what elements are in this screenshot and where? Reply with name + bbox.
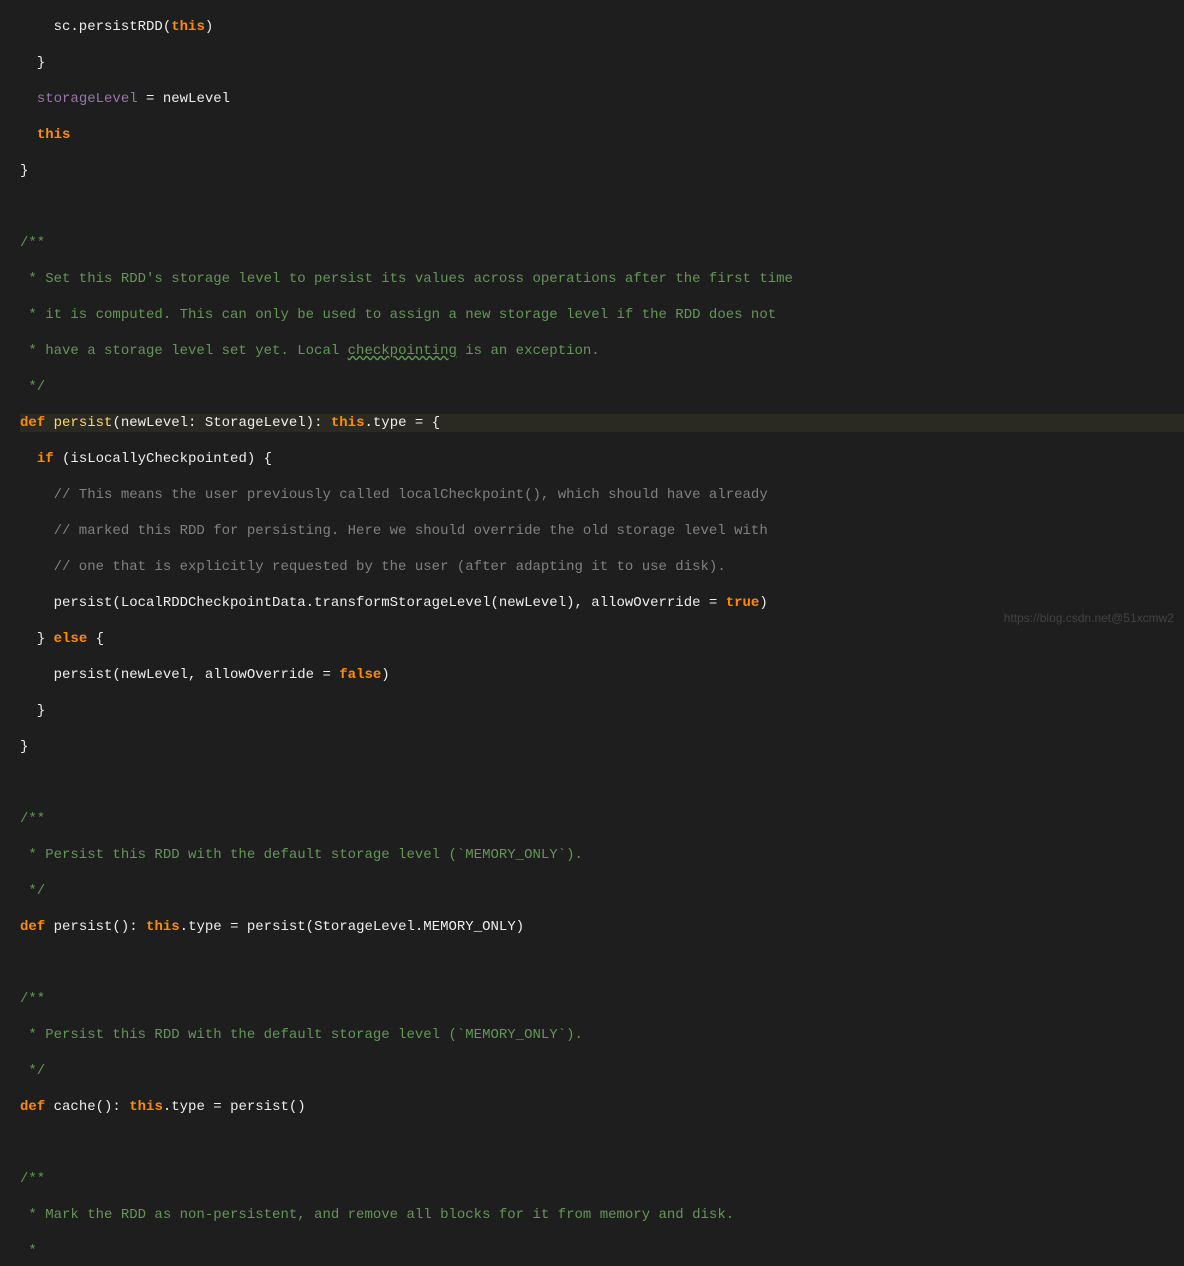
code-line: * it is computed. This can only be used …: [20, 306, 1184, 324]
javadoc: is an exception.: [457, 343, 600, 359]
code-line: * Persist this RDD with the default stor…: [20, 1026, 1184, 1044]
javadoc: * Set this RDD's storage level to persis…: [20, 271, 793, 287]
code-line: def persist(): this.type = persist(Stora…: [20, 918, 1184, 936]
code-line: // marked this RDD for persisting. Here …: [20, 522, 1184, 540]
code-line: }: [20, 54, 1184, 72]
this-keyword: this: [171, 19, 205, 35]
javadoc: * it is computed. This can only be used …: [20, 307, 776, 323]
code-text: }: [20, 703, 45, 719]
code-line: */: [20, 882, 1184, 900]
code-text: = newLevel: [138, 91, 230, 107]
comment: // This means the user previously called…: [20, 487, 768, 503]
code-line: }: [20, 738, 1184, 756]
code-line: def cache(): this.type = persist(): [20, 1098, 1184, 1116]
code-text: .: [180, 919, 188, 935]
blank-line: [20, 954, 1184, 972]
javadoc: */: [20, 883, 45, 899]
javadoc: * Mark the RDD as non-persistent, and re…: [20, 1207, 734, 1223]
code-line: /**: [20, 1170, 1184, 1188]
code-line: persist(newLevel, allowOverride = false): [20, 666, 1184, 684]
code-text: type: [171, 1099, 205, 1115]
code-text: type: [373, 415, 407, 431]
code-text: sc.persistRDD(: [20, 19, 171, 35]
code-line: // This means the user previously called…: [20, 486, 1184, 504]
javadoc: *: [20, 1243, 37, 1259]
code-text: = persist(): [205, 1099, 306, 1115]
code-line: */: [20, 378, 1184, 396]
javadoc-underline: checkpointing: [348, 343, 457, 359]
false-keyword: false: [339, 667, 381, 683]
code-text: persist():: [45, 919, 146, 935]
this-keyword: this: [129, 1099, 163, 1115]
function-name: persist: [54, 415, 113, 431]
code-editor[interactable]: sc.persistRDD(this) } storageLevel = new…: [0, 0, 1184, 1266]
code-line: }: [20, 162, 1184, 180]
code-text: {: [87, 631, 104, 647]
this-keyword: this: [331, 415, 365, 431]
watermark-text: https://blog.csdn.net@51xcmw2: [1004, 609, 1174, 627]
blank-line: [20, 1134, 1184, 1152]
code-text: (isLocallyCheckpointed) {: [54, 451, 272, 467]
code-line: }: [20, 702, 1184, 720]
def-keyword: def: [20, 415, 45, 431]
code-text: }: [20, 631, 54, 647]
def-keyword: def: [20, 919, 45, 935]
code-line: sc.persistRDD(this): [20, 18, 1184, 36]
true-keyword: true: [726, 595, 760, 611]
code-text: ): [205, 19, 213, 35]
code-text: }: [20, 739, 28, 755]
javadoc: */: [20, 1063, 45, 1079]
code-line: this: [20, 126, 1184, 144]
code-text: ): [381, 667, 389, 683]
code-text: }: [20, 163, 28, 179]
code-text: persist(newLevel, allowOverride =: [20, 667, 339, 683]
code-line: /**: [20, 810, 1184, 828]
blank-line: [20, 198, 1184, 216]
this-keyword: this: [37, 127, 71, 143]
blank-line: [20, 774, 1184, 792]
code-line: * Mark the RDD as non-persistent, and re…: [20, 1206, 1184, 1224]
javadoc: /**: [20, 235, 45, 251]
javadoc: * have a storage level set yet. Local: [20, 343, 348, 359]
javadoc: * Persist this RDD with the default stor…: [20, 847, 583, 863]
javadoc: */: [20, 379, 45, 395]
this-keyword: this: [146, 919, 180, 935]
code-text: ): [759, 595, 767, 611]
if-keyword: if: [37, 451, 54, 467]
javadoc: * Persist this RDD with the default stor…: [20, 1027, 583, 1043]
def-keyword: def: [20, 1099, 45, 1115]
else-keyword: else: [54, 631, 88, 647]
javadoc: /**: [20, 811, 45, 827]
code-text: persist(LocalRDDCheckpointData.transform…: [20, 595, 726, 611]
code-line: * have a storage level set yet. Local ch…: [20, 342, 1184, 360]
code-line: /**: [20, 990, 1184, 1008]
code-text: }: [20, 55, 45, 71]
javadoc: /**: [20, 1171, 45, 1187]
code-line: if (isLocallyCheckpointed) {: [20, 450, 1184, 468]
code-text: .: [163, 1099, 171, 1115]
code-line: storageLevel = newLevel: [20, 90, 1184, 108]
code-line: * Persist this RDD with the default stor…: [20, 846, 1184, 864]
code-line: // one that is explicitly requested by t…: [20, 558, 1184, 576]
code-text: type: [188, 919, 222, 935]
code-text: [20, 127, 37, 143]
code-text: [20, 91, 37, 107]
comment: // marked this RDD for persisting. Here …: [20, 523, 768, 539]
code-line: *: [20, 1242, 1184, 1260]
code-line: * Set this RDD's storage level to persis…: [20, 270, 1184, 288]
code-text: .: [364, 415, 372, 431]
code-line: /**: [20, 234, 1184, 252]
code-text: = persist(StorageLevel.MEMORY_ONLY): [222, 919, 524, 935]
member: storageLevel: [37, 91, 138, 107]
code-text: cache():: [45, 1099, 129, 1115]
code-line: */: [20, 1062, 1184, 1080]
code-text: (newLevel: StorageLevel):: [112, 415, 330, 431]
comment: // one that is explicitly requested by t…: [20, 559, 726, 575]
code-line-highlighted: def persist(newLevel: StorageLevel): thi…: [20, 414, 1184, 432]
code-text: = {: [407, 415, 441, 431]
javadoc: /**: [20, 991, 45, 1007]
